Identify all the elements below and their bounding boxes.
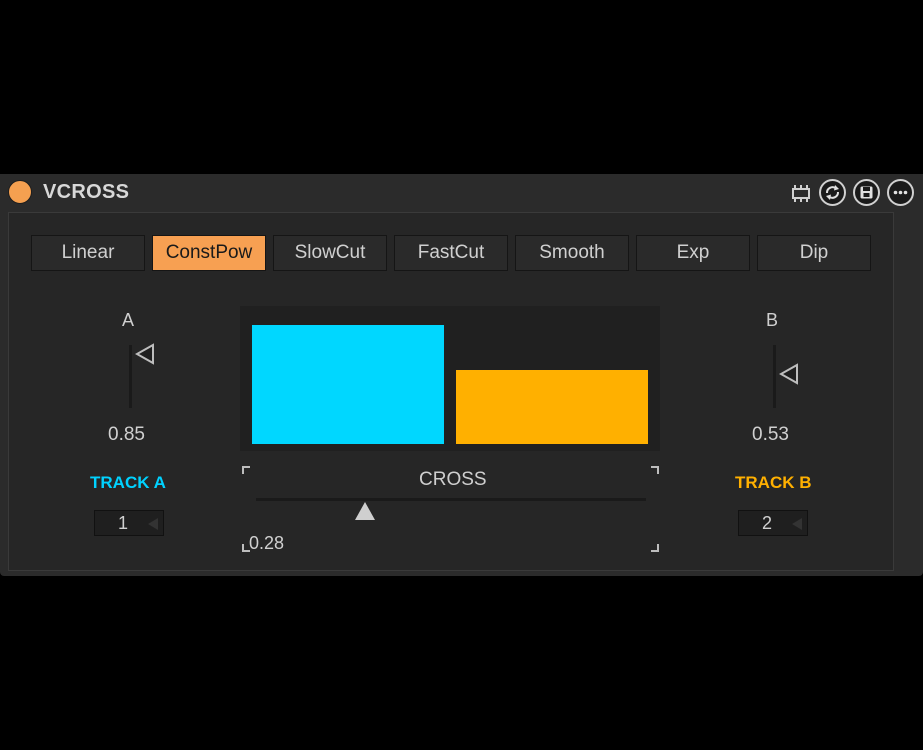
channel-b-track-arrow-icon [792,518,802,530]
tab-constpow[interactable]: ConstPow [152,235,266,271]
tab-slowcut[interactable]: SlowCut [273,235,387,271]
channel-a-gain-slider[interactable] [129,345,132,408]
tab-linear[interactable]: Linear [31,235,145,271]
chip-icon[interactable] [789,181,813,205]
cross-bracket-tr [651,466,659,474]
crossfader-label: CROSS [419,469,487,490]
tab-fastcut[interactable]: FastCut [394,235,508,271]
channel-a-track-arrow-icon [148,518,158,530]
tab-exp[interactable]: Exp [636,235,750,271]
channel-b-gain-bar [456,370,648,444]
cross-bracket-br [651,544,659,552]
channel-a-label: A [122,310,135,330]
crossfader-value: 0.28 [249,533,285,553]
device-title: VCROSS [43,181,130,203]
device-power-button[interactable] [8,180,32,204]
channel-b-track-label: TRACK B [735,473,812,492]
channel-a-track-number-value: 1 [118,513,129,533]
crossfade-display [240,306,660,451]
channel-b-track-number[interactable]: 2 [738,510,808,536]
channel-b-track-number-value: 2 [762,513,773,533]
channel-b-gain-slider[interactable] [773,345,776,408]
refresh-icon[interactable] [819,179,846,206]
tab-dip[interactable]: Dip [757,235,871,271]
crossfader-thumb[interactable] [353,500,377,522]
channel-a-slider-thumb[interactable] [135,343,155,365]
vcross-device: VCROSS Linear ConstPow SlowCut FastCut S… [0,174,923,576]
crossfader-slider[interactable] [256,498,646,501]
device-panel: Linear ConstPow SlowCut FastCut Smooth E… [8,212,894,571]
save-icon[interactable] [853,179,880,206]
channel-b-label: B [766,310,779,330]
cross-bracket-tl [242,466,250,474]
tab-smooth[interactable]: Smooth [515,235,629,271]
channel-a-gain-bar [252,325,444,444]
channel-a-track-label: TRACK A [90,473,166,492]
channel-a-track-number[interactable]: 1 [94,510,164,536]
channel-a-gain-value: 0.85 [108,424,145,445]
device-title-bar: VCROSS [0,174,923,211]
more-icon[interactable] [887,179,914,206]
channel-b-slider-thumb[interactable] [779,363,799,385]
channel-b-gain-value: 0.53 [752,424,789,445]
